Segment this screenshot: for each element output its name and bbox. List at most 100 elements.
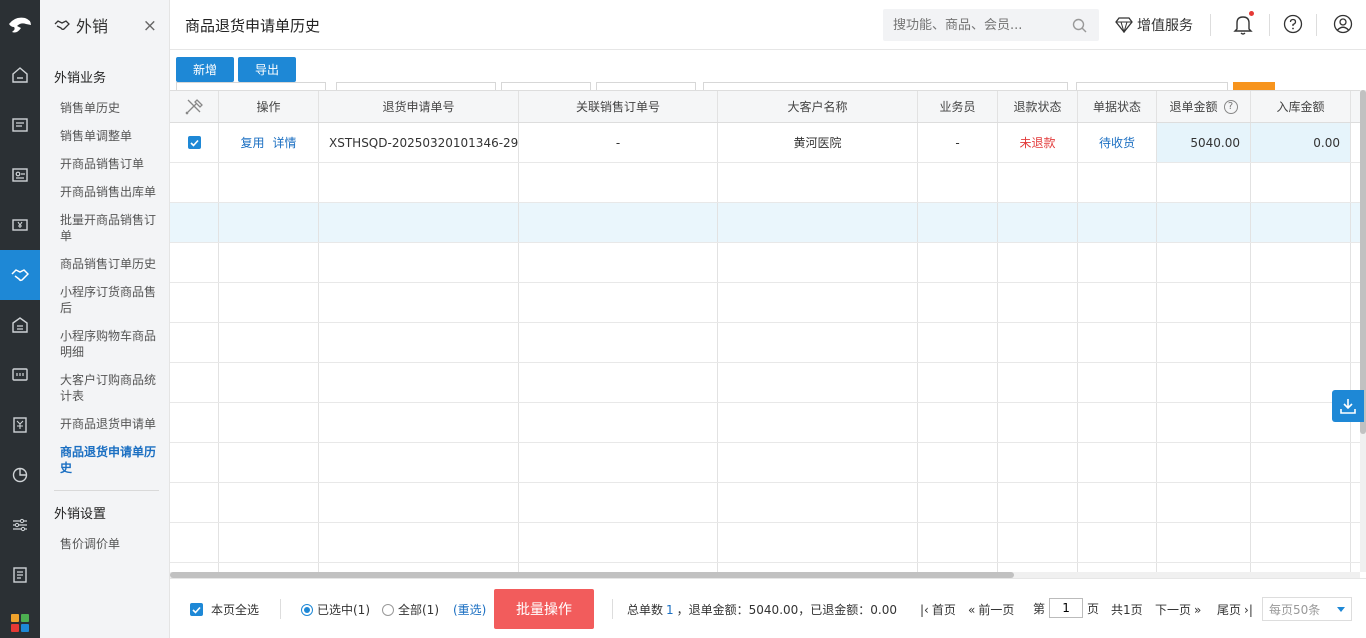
sidebar-item[interactable]: 小程序订货商品售后 [40,278,169,322]
empty-cell [998,523,1078,562]
add-button[interactable]: 新增 [176,57,234,82]
empty-cell [319,403,519,442]
rail-export-sales[interactable] [0,250,40,300]
filter-field[interactable] [176,82,326,90]
empty-cell [519,523,718,562]
sidebar-item[interactable]: 商品销售订单历史 [40,250,169,278]
rail-store[interactable] [0,300,40,350]
doc-status-cell: 待收货 [1078,123,1157,162]
first-page-link[interactable]: |‹ 首页 [920,601,956,618]
close-icon[interactable]: × [143,16,157,36]
summary-text: 总单数 1 ，退单金额：5040.00，已退金额：0.00 [627,601,897,618]
all-radio[interactable]: 全部(1) [382,601,439,618]
download-button[interactable] [1332,390,1364,422]
empty-cell [998,403,1078,442]
sidebar-item[interactable]: 销售单历史 [40,94,169,122]
query-button[interactable] [1233,82,1275,90]
empty-cell [918,403,998,442]
sidebar-item[interactable]: 开商品销售出库单 [40,178,169,206]
reselect-link[interactable]: (重选) [453,601,486,618]
row-checkbox[interactable] [187,136,201,149]
prev-page-link[interactable]: «前一页 [968,601,1014,618]
sidebar-item[interactable]: 批量开商品销售订单 [40,206,169,250]
last-page-icon: ›| [1244,602,1253,617]
select-page-control[interactable]: 本页全选 [190,601,259,618]
empty-cell [219,363,319,402]
rail-report[interactable] [0,450,40,500]
empty-cell [219,323,319,362]
value-added-label: 增值服务 [1137,18,1193,34]
empty-cell [1251,243,1351,282]
empty-cell [1251,483,1351,522]
sidebar-item[interactable]: 商品退货申请单历史 [40,438,169,482]
next-page-link[interactable]: 下一页» [1155,601,1201,618]
apps-grid-icon[interactable] [11,614,29,632]
sidebar-item[interactable]: 开商品销售订单 [40,150,169,178]
reuse-link[interactable]: 复用 [240,134,264,151]
empty-cell [1157,163,1251,202]
sidebar-item[interactable]: 销售单调整单 [40,122,169,150]
sidebar-menu: 外销业务 销售单历史 销售单调整单 开商品销售订单 开商品销售出库单 批量开商品销售订单商… [40,50,169,558]
empty-cell [998,563,1078,572]
selected-radio[interactable]: 已选中(1) [301,601,370,618]
empty-cell [319,563,519,572]
select-page-checkbox[interactable] [190,603,203,616]
last-page-link[interactable]: 尾页 ›| [1217,601,1253,618]
document-icon [12,118,28,132]
table-row[interactable]: 复用 详情 XSTHSQD-20250320101346-293 - 黄河医院 … [170,123,1360,163]
empty-cell [998,203,1078,242]
help-icon[interactable]: ? [1223,99,1238,114]
help-icon[interactable] [1283,14,1303,34]
empty-table-row [170,563,1360,572]
store-icon [12,317,28,333]
filter-field[interactable] [336,82,496,90]
export-button[interactable]: 导出 [238,57,296,82]
global-search[interactable] [883,9,1099,41]
search-icon[interactable] [1072,18,1087,33]
rail-archive[interactable] [0,550,40,600]
filter-field[interactable] [1076,82,1228,90]
empty-cell [718,323,918,362]
sidebar-item[interactable]: 小程序购物车商品明细 [40,322,169,366]
bell-icon[interactable] [1233,14,1253,36]
rail-member[interactable] [0,150,40,200]
radio-selected[interactable] [301,603,313,616]
brand-logo[interactable] [0,0,40,50]
header-divider [1316,14,1317,36]
column-settings-cell[interactable] [170,91,219,122]
rail-docs[interactable] [0,100,40,150]
scroll-thumb[interactable] [1360,90,1366,434]
rail-home[interactable] [0,50,40,100]
vertical-scrollbar[interactable] [1360,90,1366,572]
empty-cell [170,323,219,362]
user-icon[interactable] [1333,14,1353,34]
empty-cell [219,443,319,482]
notification-dot [1249,11,1254,16]
rail-finance[interactable] [0,400,40,450]
search-input[interactable] [893,17,1063,33]
date-range-field[interactable] [703,82,1068,90]
page-size-value: 每页50条 [1269,602,1321,617]
empty-cell [718,483,918,522]
filter-field[interactable] [501,82,591,90]
row-checkbox-cell[interactable] [170,123,219,162]
batch-operation-button[interactable]: 批量操作 [494,589,594,629]
rail-message[interactable] [0,350,40,400]
refund-amount-cell: 5040.00 [1157,123,1251,162]
empty-cell [1251,443,1351,482]
value-added-service[interactable]: 增值服务 [1115,15,1193,35]
sidebar-item[interactable]: 售价调价单 [40,530,169,558]
radio-all[interactable] [382,603,394,616]
page-number-input[interactable] [1049,598,1084,618]
rail-settings[interactable] [0,500,40,550]
cash-icon [12,219,28,231]
sidebar-item[interactable]: 开商品退货申请单 [40,410,169,438]
tools-icon[interactable] [184,98,204,116]
empty-table-row [170,523,1360,563]
filter-field[interactable] [596,82,696,90]
detail-link[interactable]: 详情 [273,134,297,151]
sidebar-item[interactable]: 大客户订购商品统计表 [40,366,169,410]
rail-cash[interactable] [0,200,40,250]
page-size-select[interactable]: 每页50条 [1262,597,1352,621]
empty-cell [718,363,918,402]
